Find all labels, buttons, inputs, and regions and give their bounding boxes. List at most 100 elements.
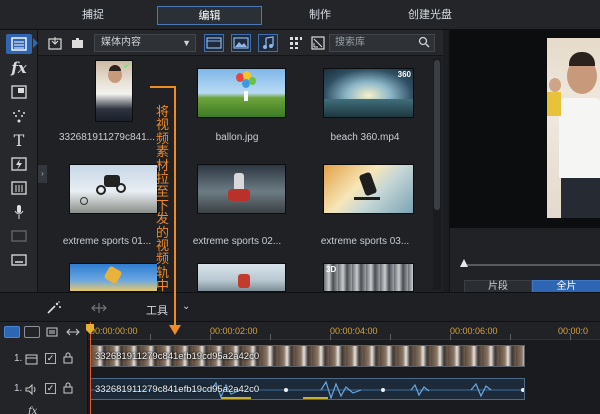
tab-create-disc[interactable]: 创建光盘 [390,6,470,25]
particle-room-icon[interactable] [6,106,32,126]
magic-tools-icon[interactable] [46,301,62,318]
preview-scrubber[interactable] [460,259,600,267]
track-view-toolbar [0,326,88,340]
ruler-tick [510,334,511,340]
library-search-placeholder: 搜索库 [335,37,365,48]
search-icon[interactable] [418,36,430,54]
chevron-down-icon[interactable]: ⌄ [182,301,190,312]
scrubber-handle[interactable] [460,259,468,267]
chevron-down-icon: ▼ [182,38,191,48]
media-caption: beach 360.mp4 [330,132,400,143]
annotation-leader-line [150,86,175,88]
preview-screen [450,30,600,228]
selected-check-icon: ✔ [122,61,131,72]
fit-timeline-icon[interactable] [66,326,82,338]
thumbnail-skateboard [323,164,414,214]
media-content-select-value: 媒体内容 [101,37,141,48]
library-toolbar: 媒体内容 ▼ 搜索库 [38,30,443,56]
track-manager-icon[interactable] [46,326,62,338]
room-tool-strip: fx T [0,30,38,292]
thumbnail-3d-crowd: 3D [323,263,414,292]
import-media-icon[interactable] [46,34,66,52]
preview-frame-image [547,38,600,218]
ruler-tick [270,334,271,340]
annotation-text: 将视频素材拉至下发的视频轨中 [156,105,170,295]
track-enabled-checkbox[interactable]: ✓ [45,383,56,394]
thumbnail-sports-jump [69,263,158,292]
library-search-input[interactable]: 搜索库 [329,34,435,52]
clip-name: 332681911279c841efb19cd95a2a42c0 [95,384,260,395]
thumbnail-beach-360: 360 [323,68,414,118]
media-caption: extreme sports 02... [192,236,282,247]
audio-mixing-room-icon[interactable] [6,178,32,198]
audio-clip[interactable]: 332681911279c841efb19cd95a2a42c0 [90,378,525,400]
media-caption: 332681911279c841... [58,132,155,143]
media-caption: ballon.jpg [215,132,259,143]
clip-name: 332681911279c841efb19cd95a2a42c0 [95,351,260,362]
timecode-label: 00:00:0 [558,326,589,336]
scrollbar-thumb[interactable] [434,60,440,210]
video-track-icon [24,352,38,366]
view-options-grid-icon[interactable] [286,34,306,52]
video-clip[interactable]: 332681911279c841efb19cd95a2a42c0 [90,345,525,367]
annotation-arrow-line [174,86,176,331]
track-lock-icon[interactable] [63,382,73,397]
ruler-tick [390,334,391,340]
title-room-icon[interactable]: T [6,130,32,150]
video-track-header: 1. ✓ [0,348,88,370]
subtitle-room-icon[interactable] [6,250,32,270]
playhead[interactable] [90,322,91,414]
transition-room-icon[interactable] [6,154,32,174]
speaker-icon [24,382,38,396]
timecode-label: 00:00:04:00 [330,326,378,336]
media-library-panel: 媒体内容 ▼ 搜索库 › ✔ 332681911279c841... ballo… [38,30,443,292]
expand-panel-chevron-icon[interactable]: › [38,165,47,183]
tab-capture[interactable]: 捕捉 [58,6,128,25]
tab-edit[interactable]: 编辑 [157,6,262,25]
thumbnail-boy-photo: ✔ [95,60,133,122]
expand-library-icon[interactable] [308,34,328,52]
thumbnail-bmx-jump [69,164,158,214]
track-number: 1. [14,383,23,394]
ruler-tick [210,334,211,340]
media-content-select[interactable]: 媒体内容 ▼ [94,34,196,52]
3d-badge: 3D [326,265,337,274]
show-video-filter-icon[interactable] [204,34,224,52]
thumbnail-dirt-bike [197,164,286,214]
thumbnail-balloons [197,68,286,118]
split-tool-icon[interactable] [90,301,108,318]
track-lock-icon[interactable] [63,352,73,367]
media-caption: extreme sports 01... [62,236,152,247]
chapter-room-icon[interactable] [6,226,32,246]
ruler-tick [330,334,331,340]
timeline-view-icon[interactable] [4,326,20,338]
show-image-filter-icon[interactable] [231,34,251,52]
annotation-arrowhead [169,325,181,335]
thumbnail-sports-snow [197,263,286,292]
timeline-toolbar: 工具 ⌄ [0,292,600,322]
video-editor-window: 捕捉 编辑 制作 创建光盘 fx T 媒体内容 ▼ 搜索库 › ✔ 332681… [0,0,600,414]
360-badge: 360 [397,70,411,79]
track-header-column: 1. ✓ 1. ✓ fx [0,322,88,414]
fx-room-icon[interactable]: fx [6,58,32,78]
timecode-label: 00:00:00:00 [90,326,138,336]
plugins-puzzle-icon[interactable] [68,34,88,52]
tools-menu-button[interactable]: 工具 [146,302,168,318]
fx-track-icon: fx [28,406,38,414]
timecode-label: 00:00:06:00 [450,326,498,336]
media-room-icon[interactable] [6,34,32,54]
storyboard-view-icon[interactable] [24,326,40,338]
timeline-ruler[interactable]: 00:00:00:00 00:00:02:00 00:00:04:00 00:0… [88,322,600,340]
library-scrollbar[interactable] [433,58,441,290]
media-caption: extreme sports 03... [320,236,410,247]
audio-track-header: 1. ✓ [0,378,88,400]
show-audio-filter-icon[interactable] [258,34,278,52]
preview-panel: 片段 全片 [449,30,600,312]
tab-produce[interactable]: 制作 [290,6,350,25]
pip-room-icon[interactable] [6,82,32,102]
timecode-label: 00:00:02:00 [210,326,258,336]
ruler-tick [570,334,571,340]
ruler-tick [150,334,151,340]
microphone-icon[interactable] [6,202,32,222]
track-enabled-checkbox[interactable]: ✓ [45,353,56,364]
